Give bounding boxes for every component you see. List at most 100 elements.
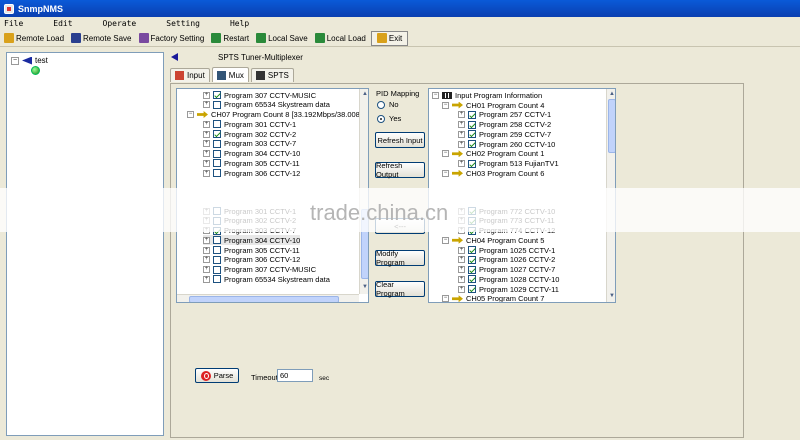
collapse-icon[interactable]: − <box>442 101 449 109</box>
program-checkbox[interactable] <box>213 149 221 158</box>
program-row[interactable]: + Program 305 CCTV-11 <box>203 158 300 168</box>
program-row[interactable]: + Program 302 CCTV-2 <box>203 129 296 139</box>
program-row[interactable]: + Program 306 CCTV-12 <box>203 168 300 178</box>
collapse-icon[interactable]: − <box>11 56 19 65</box>
expand-icon[interactable]: + <box>203 169 210 177</box>
program-row[interactable]: + Program 301 CCTV-1 <box>203 119 296 129</box>
program-checkbox[interactable] <box>213 236 221 245</box>
scroll-thumb[interactable] <box>608 99 615 153</box>
tree-item-test[interactable]: − test <box>11 56 48 65</box>
collapse-icon[interactable]: − <box>432 91 439 99</box>
program-checkbox[interactable] <box>213 246 221 254</box>
menu-setting[interactable]: Setting <box>166 19 200 28</box>
program-checkbox[interactable] <box>468 159 476 168</box>
factory-setting-button[interactable]: Factory Setting <box>137 31 207 46</box>
expand-icon[interactable]: + <box>458 121 465 128</box>
program-row[interactable]: + Program 1028 CCTV-10 <box>458 274 559 284</box>
tab-input[interactable]: Input <box>170 68 210 82</box>
list-header[interactable]: − Input Program Information <box>432 90 542 100</box>
expand-icon[interactable]: + <box>458 130 465 138</box>
program-checkbox[interactable] <box>468 285 476 293</box>
collapse-icon[interactable]: − <box>442 236 449 244</box>
program-checkbox[interactable] <box>468 130 476 139</box>
expand-icon[interactable]: + <box>458 266 465 273</box>
menu-edit[interactable]: Edit <box>53 19 72 28</box>
remote-save-button[interactable]: Remote Save <box>69 31 133 46</box>
tab-spts[interactable]: SPTS <box>250 68 294 82</box>
program-row[interactable]: + Program 65534 Skystream data <box>203 274 330 284</box>
pid-mapping-yes-radio[interactable]: Yes <box>377 114 401 123</box>
program-checkbox[interactable] <box>468 275 476 284</box>
channel-row[interactable]: − CH07 Program Count 8 [33.192Mbps/38.008… <box>187 110 368 120</box>
scroll-up-icon[interactable]: ▲ <box>361 90 368 98</box>
hscroll-thumb[interactable] <box>189 296 339 302</box>
program-row[interactable]: + Program 304 CCTV-10 <box>203 235 301 246</box>
program-row[interactable]: + Program 259 CCTV-7 <box>458 129 551 139</box>
local-load-button[interactable]: Local Load <box>313 31 368 46</box>
expand-icon[interactable]: + <box>458 285 465 293</box>
program-checkbox[interactable] <box>213 100 221 109</box>
collapse-icon[interactable]: − <box>187 111 194 118</box>
collapse-icon[interactable]: − <box>442 169 449 177</box>
expand-icon[interactable]: + <box>203 275 210 283</box>
program-row[interactable]: + Program 307 CCTV-MUSIC <box>203 90 316 100</box>
collapse-icon[interactable]: − <box>442 150 449 158</box>
program-checkbox[interactable] <box>213 120 221 129</box>
local-save-button[interactable]: Local Save <box>254 31 310 46</box>
expand-icon[interactable]: + <box>203 130 210 138</box>
program-checkbox[interactable] <box>468 255 476 264</box>
tab-mux[interactable]: Mux <box>211 67 249 82</box>
program-checkbox[interactable] <box>213 169 221 177</box>
program-row[interactable]: + Program 305 CCTV-11 <box>203 245 300 255</box>
expand-icon[interactable]: + <box>203 266 210 273</box>
channel-row[interactable]: − CH04 Program Count 5 <box>442 235 544 245</box>
program-checkbox[interactable] <box>213 139 221 148</box>
exit-button[interactable]: Exit <box>370 30 409 46</box>
program-checkbox[interactable] <box>213 265 221 274</box>
clear-program-button[interactable]: Clear Program <box>375 280 425 298</box>
program-checkbox[interactable] <box>468 246 476 254</box>
expand-icon[interactable]: + <box>203 91 210 99</box>
program-row[interactable]: + Program 257 CCTV-1 <box>458 110 551 120</box>
menu-help[interactable]: Help <box>230 19 249 28</box>
expand-icon[interactable]: + <box>203 101 210 109</box>
left-list-hscrollbar[interactable] <box>177 294 359 302</box>
menu-operate[interactable]: Operate <box>103 19 137 28</box>
program-checkbox[interactable] <box>213 275 221 284</box>
collapse-icon[interactable]: − <box>442 295 449 302</box>
program-row[interactable]: + Program 1027 CCTV-7 <box>458 265 555 275</box>
remote-load-button[interactable]: Remote Load <box>2 31 66 46</box>
expand-icon[interactable]: + <box>203 236 210 244</box>
refresh-input-button[interactable]: Refresh Input <box>375 132 425 148</box>
program-checkbox[interactable] <box>213 130 221 138</box>
expand-icon[interactable]: + <box>458 256 465 264</box>
scroll-down-icon[interactable]: ▼ <box>361 283 368 291</box>
program-row[interactable]: + Program 513 FujianTV1 <box>458 159 559 169</box>
channel-row[interactable]: − CH03 Program Count 6 <box>442 168 544 178</box>
program-row[interactable]: + Program 258 CCTV-2 <box>458 120 551 130</box>
program-checkbox[interactable] <box>213 255 221 264</box>
expand-icon[interactable]: + <box>203 150 210 157</box>
expand-icon[interactable]: + <box>203 246 210 254</box>
program-row[interactable]: + Program 306 CCTV-12 <box>203 255 300 265</box>
program-checkbox[interactable] <box>468 265 476 274</box>
expand-icon[interactable]: + <box>203 256 210 264</box>
pid-mapping-no-radio[interactable]: No <box>377 100 399 109</box>
device-tree[interactable]: − test <box>6 52 164 436</box>
program-row[interactable]: + Program 307 CCTV-MUSIC <box>203 265 316 275</box>
program-row[interactable]: + Program 304 CCTV-10 <box>203 149 300 159</box>
program-checkbox[interactable] <box>213 159 221 168</box>
menu-file[interactable]: File <box>4 19 23 28</box>
expand-icon[interactable]: + <box>458 246 465 254</box>
expand-icon[interactable]: + <box>203 140 210 148</box>
program-row[interactable]: + Program 260 CCTV-10 <box>458 139 555 149</box>
refresh-output-button[interactable]: Refresh Output <box>375 161 425 179</box>
channel-row[interactable]: − CH01 Program Count 4 <box>442 100 544 110</box>
program-row[interactable]: + Program 1025 CCTV-1 <box>458 245 555 255</box>
expand-icon[interactable]: + <box>203 120 210 128</box>
expand-icon[interactable]: + <box>458 160 465 167</box>
program-row[interactable]: + Program 1029 CCTV-11 <box>458 284 559 294</box>
program-checkbox[interactable] <box>468 120 476 129</box>
program-checkbox[interactable] <box>468 140 476 148</box>
program-row[interactable]: + Program 65534 Skystream data <box>203 100 330 110</box>
